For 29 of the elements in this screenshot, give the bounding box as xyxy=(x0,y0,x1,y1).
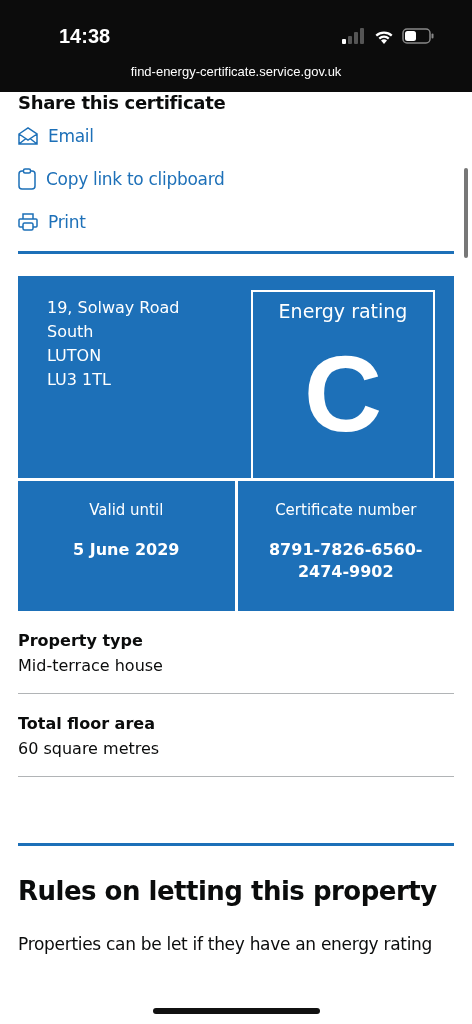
section-heading: Rules on letting this property xyxy=(18,876,438,906)
scrollbar[interactable] xyxy=(464,168,468,258)
printer-icon xyxy=(18,212,38,231)
clipboard-icon xyxy=(18,167,36,190)
share-link[interactable]: Print xyxy=(18,200,86,243)
rating-label: Energy rating xyxy=(278,300,408,322)
address-line: LUTON xyxy=(47,345,103,367)
signal-icon xyxy=(342,28,366,44)
summary-label: Property type xyxy=(18,631,144,650)
valid-date: 5 June 2029 xyxy=(73,539,180,561)
battery-icon xyxy=(402,28,434,44)
certificate-number: 8791-7826-6560-2474-9902 xyxy=(268,539,424,583)
summary-value: 60 square metres xyxy=(18,739,161,758)
share-link[interactable]: Copy link to clipboard xyxy=(18,157,225,200)
number-label: Certificate number xyxy=(275,501,417,519)
url-text: find-energy-certificate.service.gov.uk xyxy=(129,64,343,79)
address-line: 19, Solway Road xyxy=(47,297,180,319)
address-line: LU3 1TL xyxy=(47,369,112,391)
rules-paragraph: Properties can be let if they have an energy rating xyxy=(18,934,434,954)
rating-letter: C xyxy=(304,340,382,448)
summary-value: Mid-terrace house xyxy=(18,656,164,675)
envelope-icon xyxy=(18,126,38,145)
clock-time: 14:38 xyxy=(59,24,111,48)
summary-label: Total floor area xyxy=(18,714,156,733)
share-link[interactable]: Email xyxy=(18,114,94,157)
section-heading: Share this certificate xyxy=(18,92,227,114)
address-line: South xyxy=(47,321,95,343)
valid-label: Valid until xyxy=(89,501,164,519)
wifi-icon xyxy=(374,28,394,44)
